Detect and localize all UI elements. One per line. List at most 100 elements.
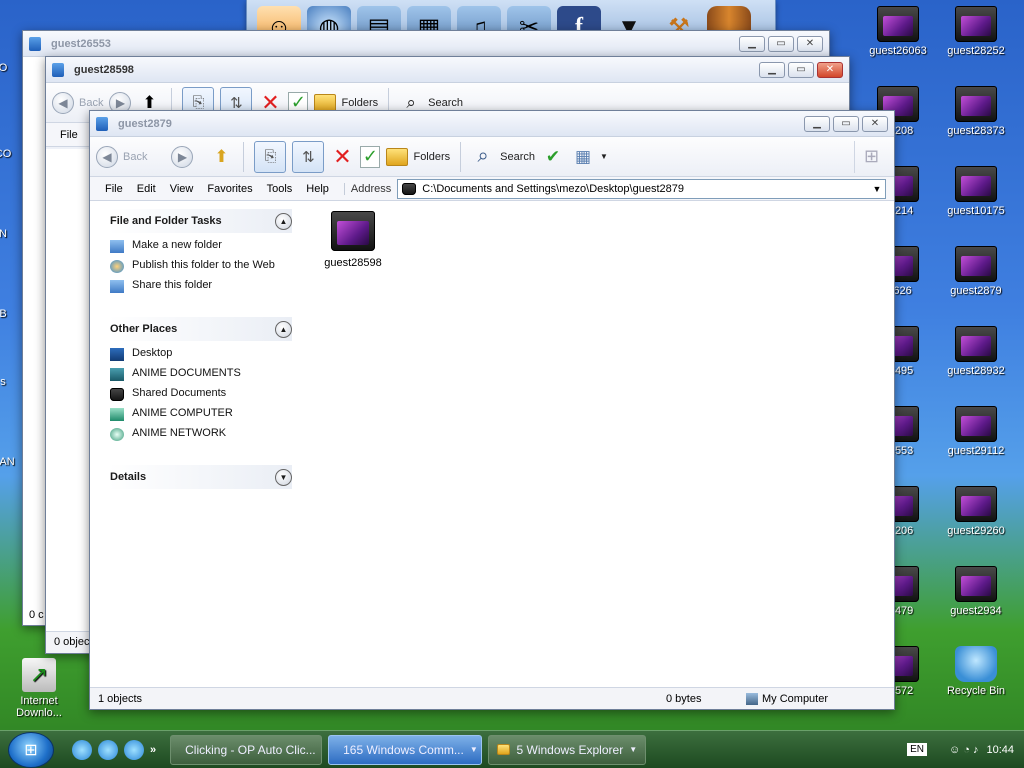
task-publish-web[interactable]: Publish this folder to the Web xyxy=(110,259,292,273)
computer-icon xyxy=(746,692,758,705)
folder-icon xyxy=(955,86,997,122)
menu-tools[interactable]: Tools xyxy=(260,183,300,195)
desktop-icon xyxy=(110,348,124,361)
chevron-down-icon: ▼ xyxy=(600,152,608,161)
status-objects: 1 objects xyxy=(98,692,143,705)
desktop-icon[interactable]: guest28252 xyxy=(936,6,1016,57)
window-title: guest28598 xyxy=(74,63,134,76)
quick-launch: » xyxy=(72,739,156,760)
menu-edit[interactable]: Edit xyxy=(130,183,163,195)
section-header[interactable]: File and Folder Tasks ▲ xyxy=(108,209,292,233)
start-button[interactable]: ⊞ xyxy=(8,731,54,768)
menu-file[interactable]: File xyxy=(98,183,130,195)
menu-favorites[interactable]: Favorites xyxy=(200,183,259,195)
back-arrow-icon: ◀ xyxy=(96,145,118,168)
desktop-icon[interactable]: DO xyxy=(0,62,24,74)
window-titlebar[interactable]: guest28598 ▁ ▭ ✕ xyxy=(46,57,849,83)
desktop-icon[interactable]: guest29112 xyxy=(936,406,1016,457)
address-label: Address xyxy=(343,182,391,195)
expand-icon[interactable]: ▼ xyxy=(275,468,292,486)
minimize-button[interactable]: ▁ xyxy=(804,115,830,132)
folder-icon xyxy=(955,326,997,362)
desktop-icon-recycle-bin[interactable]: Recycle Bin xyxy=(936,646,1016,697)
folders-button[interactable]: Folders xyxy=(386,147,450,166)
computer-icon xyxy=(110,408,124,421)
file-item-folder[interactable]: guest28598 xyxy=(318,211,388,269)
task-button[interactable]: 5 Windows Explorer ▼ xyxy=(488,734,647,765)
desktop-icon[interactable]: guest29260 xyxy=(936,486,1016,537)
menu-file[interactable]: File xyxy=(60,129,78,141)
views-icon: ▦ xyxy=(574,146,592,166)
minimize-button[interactable]: ▁ xyxy=(759,61,785,78)
close-button[interactable]: ✕ xyxy=(862,115,888,132)
internet-explorer-icon[interactable] xyxy=(72,739,92,760)
search-button[interactable]: ⌕ Search xyxy=(471,145,535,169)
task-share-folder[interactable]: Share this folder xyxy=(110,279,292,293)
status-size: 0 bytes xyxy=(666,692,702,705)
folder-icon xyxy=(955,406,997,442)
collapse-icon[interactable]: ▲ xyxy=(275,320,292,338)
system-tray: EN ☺ ◔ ♪ 10:44 xyxy=(907,743,1024,756)
check-folder-icon[interactable]: ✔ xyxy=(541,145,565,169)
desktop-icon-internet-download[interactable]: ↗ Internet Downlo... xyxy=(0,658,78,719)
close-button[interactable]: ✕ xyxy=(797,35,823,52)
download-arrow-icon: ↗ xyxy=(22,658,56,692)
folders-button[interactable]: Folders xyxy=(314,93,378,112)
place-shared-documents[interactable]: Shared Documents xyxy=(110,387,292,401)
other-places: Other Places ▲ Desktop ANIME DOCUMENTS S… xyxy=(108,317,292,451)
maximize-button[interactable]: ▭ xyxy=(768,35,794,52)
menu-view[interactable]: View xyxy=(163,183,201,195)
window-title: guest26553 xyxy=(51,37,111,50)
folder-icon xyxy=(955,486,997,522)
views-button[interactable]: ▦ ▼ xyxy=(571,145,608,169)
menu-help[interactable]: Help xyxy=(299,183,336,195)
recycle-bin-icon xyxy=(955,646,997,682)
delete-icon[interactable]: ✕ xyxy=(330,144,354,169)
window-titlebar[interactable]: guest2879 ▁ ▭ ✕ xyxy=(90,111,894,137)
address-bar[interactable]: C:\Documents and Settings\mezo\Desktop\g… xyxy=(397,178,886,199)
folder-icon xyxy=(29,36,41,51)
skype-icon[interactable] xyxy=(124,739,144,760)
desktop-icon[interactable]: guest2934 xyxy=(936,566,1016,617)
maximize-button[interactable]: ▭ xyxy=(833,115,859,132)
clock[interactable]: 10:44 xyxy=(986,744,1014,756)
up-folder-icon[interactable]: ⬆ xyxy=(209,145,233,169)
section-header[interactable]: Details ▼ xyxy=(108,465,292,489)
place-desktop[interactable]: Desktop xyxy=(110,347,292,361)
desktop-icon[interactable]: guest26063 xyxy=(858,6,938,57)
place-anime-network[interactable]: ANIME NETWORK xyxy=(110,427,292,441)
task-button[interactable]: 165 Windows Comm... ▼ xyxy=(328,734,483,765)
minimize-button[interactable]: ▁ xyxy=(739,35,765,52)
desktop-icon[interactable]: guest2879 xyxy=(936,246,1016,297)
task-make-new-folder[interactable]: Make a new folder xyxy=(110,239,292,253)
close-button[interactable]: ✕ xyxy=(817,61,843,78)
address-dropdown-button[interactable]: ▼ xyxy=(869,180,885,198)
back-button[interactable]: ◀ Back xyxy=(96,145,147,168)
quicklaunch-chevron[interactable]: » xyxy=(150,744,156,756)
move-to-icon[interactable]: ⇅ xyxy=(292,140,325,173)
content-area: File and Folder Tasks ▲ Make a new folde… xyxy=(90,201,894,687)
desktop-icon[interactable]: guest28373 xyxy=(936,86,1016,137)
shared-folder-icon xyxy=(110,388,124,401)
language-indicator[interactable]: EN xyxy=(907,743,927,756)
forward-button[interactable]: ▶ xyxy=(171,145,194,168)
desktop-icon[interactable]: guest28932 xyxy=(936,326,1016,377)
collapse-icon[interactable]: ▲ xyxy=(275,212,292,230)
maximize-button[interactable]: ▭ xyxy=(788,61,814,78)
window-titlebar[interactable]: guest26553 ▁ ▭ ✕ xyxy=(23,31,829,57)
messenger-icon[interactable] xyxy=(98,739,118,760)
desktop-icon[interactable]: guest10175 xyxy=(936,166,1016,217)
back-arrow-icon: ◀ xyxy=(52,91,74,114)
section-header[interactable]: Other Places ▲ xyxy=(108,317,292,341)
copy-to-icon[interactable]: ⎘ xyxy=(254,140,287,173)
properties-icon[interactable]: ✓ xyxy=(360,145,381,168)
details: Details ▼ xyxy=(108,465,292,489)
folder-icon xyxy=(96,116,108,131)
folders-icon xyxy=(314,93,337,112)
place-anime-documents[interactable]: ANIME DOCUMENTS xyxy=(110,367,292,381)
place-anime-computer[interactable]: ANIME COMPUTER xyxy=(110,407,292,421)
status-location: My Computer xyxy=(746,692,886,705)
explorer-window-main[interactable]: guest2879 ▁ ▭ ✕ ◀ Back ▶ ⬆ ⎘ ⇅ ✕ ✓ Folder… xyxy=(89,110,895,710)
task-button[interactable]: Clicking - OP Auto Clic... xyxy=(170,734,323,765)
folder-icon xyxy=(402,182,417,195)
